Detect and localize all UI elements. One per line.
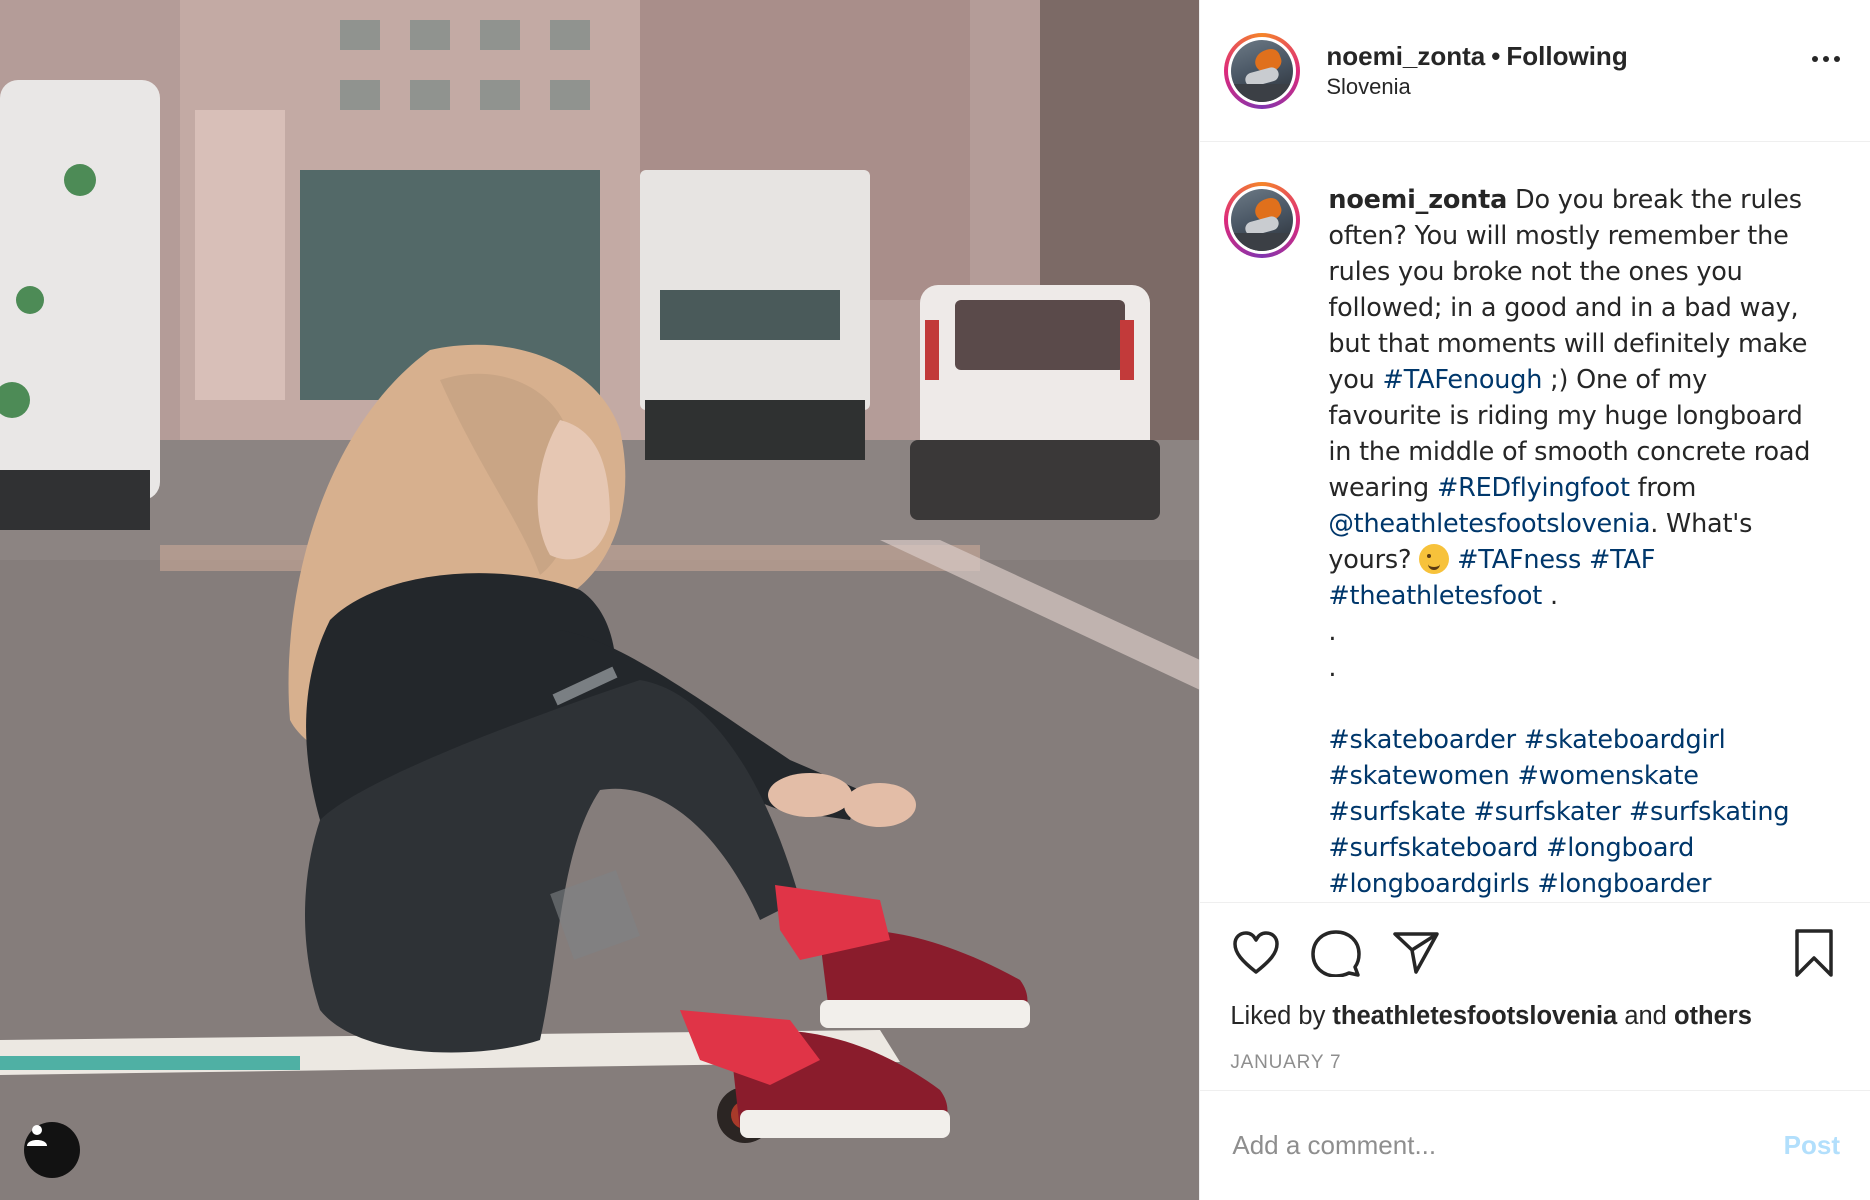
header-username[interactable]: noemi_zonta (1326, 41, 1485, 71)
actions-area: Liked by theathletesfootslovenia and oth… (1200, 902, 1870, 1075)
avatar[interactable] (1224, 32, 1301, 109)
user-tag-button[interactable] (24, 1122, 80, 1178)
mention-theathletesfootslovenia[interactable]: @theathletesfootslovenia (1328, 509, 1650, 539)
hashtags-line-1[interactable]: #skateboarder #skateboardgirl (1328, 722, 1820, 758)
photo-illustration (0, 0, 1200, 1200)
heart-icon[interactable] (1230, 927, 1282, 979)
comment-bar: Post (1200, 1090, 1870, 1200)
wink-emoji-icon (1419, 544, 1450, 574)
caption-text: noemi_zonta Do you break the rules often… (1328, 182, 1820, 902)
caption-avatar[interactable] (1224, 182, 1301, 258)
caption-dot-1: . (1328, 617, 1337, 647)
likes-prefix: Liked by (1230, 1002, 1333, 1030)
instagram-post: noemi_zonta • Following Slovenia noemi_zon… (0, 0, 1870, 1200)
caption-text-5: . (1542, 581, 1558, 611)
caption-dot-2: . (1328, 653, 1337, 683)
hashtag-redflyingfoot[interactable]: #REDflyingfoot (1437, 473, 1630, 503)
hashtags-line-3[interactable]: #surfskate #surfskater #surfskating (1328, 794, 1820, 830)
hashtag-tafenough[interactable]: #TAFenough (1383, 365, 1543, 395)
header-text: noemi_zonta • Following Slovenia (1326, 40, 1627, 102)
comment-input[interactable] (1230, 1129, 1784, 1162)
liked-by-user-link[interactable]: theathletesfootslovenia (1332, 1002, 1617, 1030)
more-options-icon[interactable] (1812, 56, 1840, 62)
hashtags-line-5[interactable]: #longboardgirls #longboarder (1328, 866, 1820, 902)
caption-area: noemi_zonta Do you break the rules often… (1200, 142, 1870, 902)
hashtag-taf[interactable]: #TAF (1589, 545, 1655, 575)
location-link[interactable]: Slovenia (1326, 72, 1627, 102)
hashtag-tafness[interactable]: #TAFness (1457, 545, 1581, 575)
paper-plane-icon[interactable] (1390, 927, 1442, 979)
caption-avatar-image (1231, 189, 1294, 251)
comment-bubble-icon[interactable] (1310, 927, 1362, 979)
post-comment-button[interactable]: Post (1784, 1130, 1840, 1161)
post-date[interactable]: JANUARY 7 (1230, 1051, 1840, 1075)
likes-summary: Liked by theathletesfootslovenia and oth… (1230, 1001, 1840, 1031)
caption-text-1: Do you break the rules often? You will m… (1328, 185, 1808, 395)
action-icons (1230, 903, 1840, 1003)
likes-others-link[interactable]: others (1674, 1002, 1752, 1030)
post-side-panel: noemi_zonta • Following Slovenia noemi_zon… (1199, 0, 1870, 1200)
bookmark-icon[interactable] (1788, 927, 1840, 979)
post-photo[interactable] (0, 0, 1200, 1200)
hashtags-line-4[interactable]: #surfskateboard #longboard (1328, 830, 1820, 866)
likes-mid: and (1617, 1002, 1674, 1030)
hashtag-theathletesfoot[interactable]: #theathletesfoot (1328, 581, 1542, 611)
caption-username[interactable]: noemi_zonta (1328, 185, 1507, 215)
caption-text-3: from (1629, 473, 1697, 503)
post-header: noemi_zonta • Following Slovenia (1200, 0, 1870, 142)
hashtags-line-2[interactable]: #skatewomen #womenskate (1328, 758, 1820, 794)
header-separator: • (1491, 40, 1501, 71)
following-button[interactable]: Following (1506, 41, 1627, 71)
avatar-image (1231, 39, 1294, 102)
caption-spacer (1328, 686, 1820, 722)
